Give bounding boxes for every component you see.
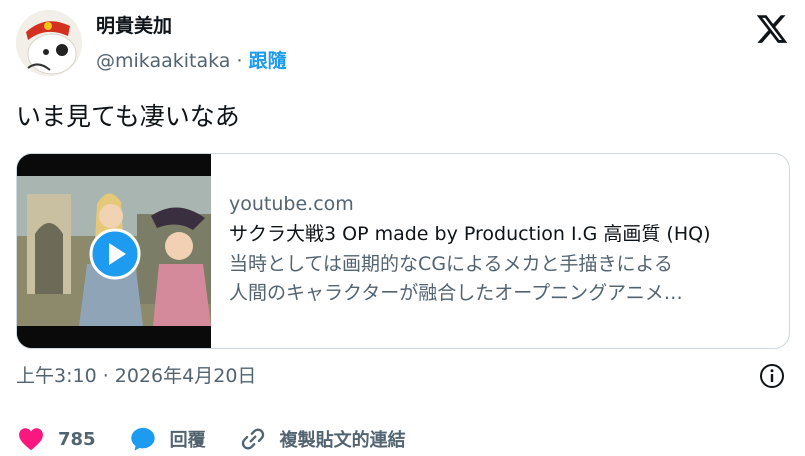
- card-body: youtube.com サクラ大戦3 OP made by Production…: [229, 190, 775, 308]
- card-title: サクラ大戦3 OP made by Production I.G 高画質 (HQ…: [229, 223, 711, 245]
- card-description: 当時としては画期的なCGによるメカと手描きによる 人間のキャラクターが融合したオ…: [229, 250, 775, 308]
- card-description-line: 当時としては画期的なCGによるメカと手描きによる: [229, 253, 673, 275]
- author-handle[interactable]: @mikaakitaka: [96, 50, 230, 72]
- link-icon: [241, 428, 264, 450]
- reply-button[interactable]: 回覆: [128, 425, 206, 453]
- reply-label: 回覆: [169, 430, 206, 451]
- author-display-name[interactable]: 明貴美加: [96, 14, 172, 38]
- like-button[interactable]: 785: [16, 425, 96, 453]
- link-preview-card[interactable]: youtube.com サクラ大戦3 OP made by Production…: [16, 153, 790, 349]
- reply-bubble-icon: [130, 427, 155, 451]
- separator-dot: ·: [236, 50, 243, 72]
- x-logo-icon[interactable]: [755, 12, 789, 46]
- copy-link-button[interactable]: 複製貼文的連結: [238, 425, 406, 453]
- tweet-actions: 785 回覆 複製貼文的連結: [16, 422, 438, 456]
- copy-link-label: 複製貼文的連結: [279, 430, 406, 451]
- avatar[interactable]: [16, 10, 82, 76]
- heart-icon: [19, 428, 43, 451]
- follow-button[interactable]: 跟隨: [249, 50, 287, 72]
- play-button-icon[interactable]: [89, 228, 141, 280]
- card-domain: youtube.com: [229, 193, 354, 215]
- tweet-text: いま見ても凄いなあ: [16, 102, 240, 131]
- info-icon[interactable]: [759, 363, 785, 389]
- video-thumbnail[interactable]: [17, 154, 211, 348]
- avatar-image: [16, 10, 82, 76]
- like-count: 785: [58, 428, 96, 450]
- card-description-line: 人間のキャラクターが融合したオープニングアニメ…: [229, 282, 683, 304]
- author-handle-row: @mikaakitaka · 跟隨: [96, 49, 287, 73]
- tweet-timestamp[interactable]: 上午3:10 · 2026年4月20日: [16, 362, 256, 390]
